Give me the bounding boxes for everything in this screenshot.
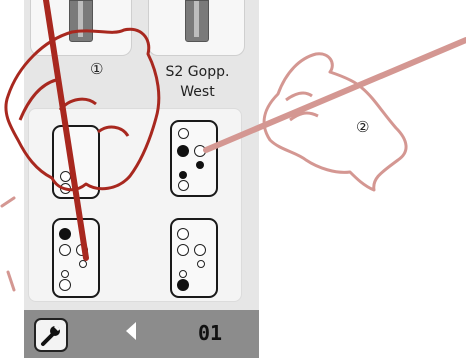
annotation-marker-2: ② (356, 118, 370, 136)
hand-1-illustration (0, 0, 161, 292)
hand-2-illustration (203, 37, 466, 192)
annotation-marker-1: ① (90, 60, 104, 78)
gesture-overlay (0, 0, 466, 292)
